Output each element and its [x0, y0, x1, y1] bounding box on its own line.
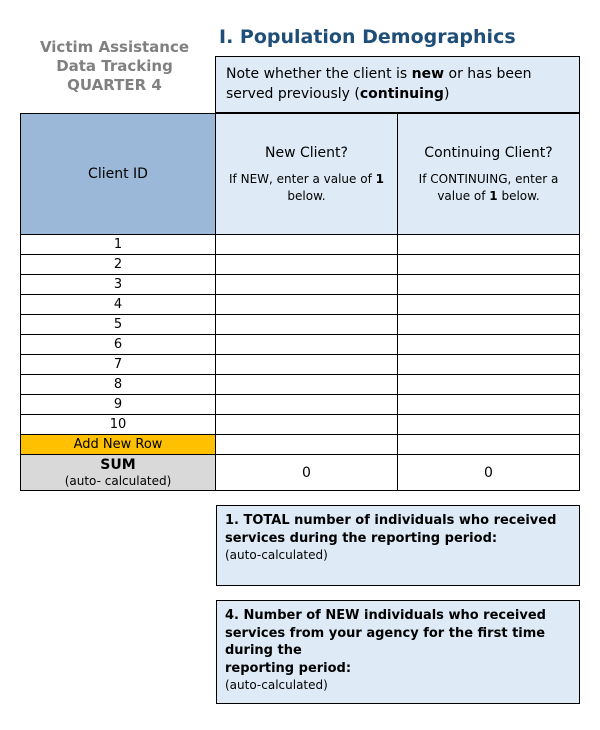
sum-sub: (auto- calculated) [65, 474, 172, 488]
add-new-row-button[interactable]: Add New Row [21, 435, 216, 455]
new-individuals-box: 4. Number of NEW individuals who receive… [216, 600, 580, 704]
client-id-cell[interactable]: 2 [21, 255, 216, 275]
total-individuals-box: 1. TOTAL number of individuals who recei… [216, 505, 580, 586]
cont-client-question: Continuing Client? [404, 143, 573, 163]
continuing-client-cell[interactable] [398, 415, 580, 435]
client-id-cell[interactable]: 4 [21, 295, 216, 315]
col-header-continuing-client: Continuing Client? If CONTINUING, enter … [398, 114, 580, 235]
client-id-cell[interactable]: 8 [21, 375, 216, 395]
box1-text: TOTAL number of individuals who received… [225, 513, 556, 546]
sum-row-label: SUM (auto- calculated) [21, 455, 216, 491]
col-header-client-id: Client ID [21, 114, 216, 235]
new-client-sub-bold: 1 [376, 172, 384, 186]
new-client-cell[interactable] [216, 355, 398, 375]
client-id-cell[interactable]: 1 [21, 235, 216, 255]
new-client-cell[interactable] [216, 415, 398, 435]
document-title: Victim Assistance Data Tracking QUARTER … [20, 20, 215, 113]
new-client-cell[interactable] [216, 375, 398, 395]
doc-title-line1: Victim Assistance [40, 38, 189, 56]
box1-auto-label: (auto-calculated) [225, 548, 328, 562]
new-client-cell[interactable] [216, 395, 398, 415]
doc-title-line2: Data Tracking [56, 57, 173, 75]
client-id-cell[interactable]: 9 [21, 395, 216, 415]
box4-auto-label: (auto-calculated) [225, 678, 328, 692]
continuing-client-cell[interactable] [398, 275, 580, 295]
continuing-client-cell[interactable] [398, 355, 580, 375]
box1-number: 1. [225, 513, 244, 528]
new-client-cell[interactable] [216, 315, 398, 335]
sum-new-client: 0 [216, 455, 398, 491]
cont-client-sub-bold: 1 [489, 189, 497, 203]
new-client-sub-pre: If NEW, enter a value of [229, 172, 376, 186]
sum-bold: SUM [100, 457, 135, 473]
new-client-sub-post: below. [287, 189, 325, 203]
continuing-client-cell[interactable] [398, 295, 580, 315]
client-id-cell[interactable]: 5 [21, 315, 216, 335]
client-id-cell[interactable]: 3 [21, 275, 216, 295]
new-client-cell[interactable] [216, 335, 398, 355]
continuing-client-cell[interactable] [398, 375, 580, 395]
new-client-cell[interactable] [216, 295, 398, 315]
box4-period: reporting period: [225, 661, 351, 676]
cont-client-sub-post: below. [498, 189, 540, 203]
sum-continuing-client: 0 [398, 455, 580, 491]
table-cell[interactable] [216, 435, 398, 455]
note-bold-continuing: continuing [360, 86, 444, 102]
section-heading: I. Population Demographics [215, 20, 580, 56]
client-table: Client ID New Client? If NEW, enter a va… [20, 113, 580, 491]
client-id-cell[interactable]: 7 [21, 355, 216, 375]
box4-number: 4. [225, 608, 244, 623]
new-client-cell[interactable] [216, 275, 398, 295]
note-text-pre: Note whether the client is [226, 66, 412, 82]
client-id-cell[interactable]: 6 [21, 335, 216, 355]
new-client-question: New Client? [222, 143, 391, 163]
continuing-client-cell[interactable] [398, 395, 580, 415]
new-client-cell[interactable] [216, 255, 398, 275]
instruction-note: Note whether the client is new or has be… [215, 56, 580, 113]
new-client-cell[interactable] [216, 235, 398, 255]
box4-text: Number of NEW individuals who received s… [225, 608, 546, 658]
note-text-post: ) [444, 86, 449, 102]
continuing-client-cell[interactable] [398, 235, 580, 255]
col-header-new-client: New Client? If NEW, enter a value of 1 b… [216, 114, 398, 235]
note-bold-new: new [412, 66, 444, 82]
continuing-client-cell[interactable] [398, 255, 580, 275]
continuing-client-cell[interactable] [398, 315, 580, 335]
table-cell[interactable] [398, 435, 580, 455]
continuing-client-cell[interactable] [398, 335, 580, 355]
client-id-cell[interactable]: 10 [21, 415, 216, 435]
doc-title-line3: QUARTER 4 [67, 76, 162, 94]
